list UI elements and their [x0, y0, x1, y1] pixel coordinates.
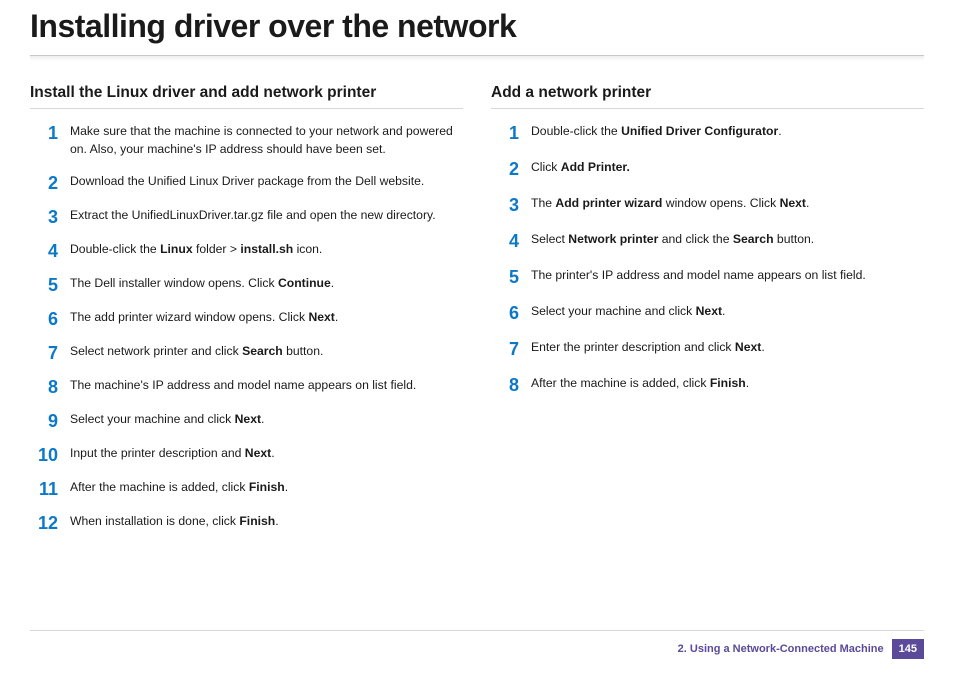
step-text: Select network printer and click Search … [70, 343, 463, 361]
section-heading-left: Install the Linux driver and add network… [30, 84, 463, 109]
step-item: 12 When installation is done, click Finis… [30, 513, 463, 532]
step-text: After the machine is added, click Finish… [531, 375, 924, 393]
step-item: 5 The Dell installer window opens. Click … [30, 275, 463, 294]
step-number: 2 [491, 159, 519, 178]
step-item: 7 Enter the printer description and click… [491, 339, 924, 358]
step-number: 6 [491, 303, 519, 322]
page-number: 145 [892, 639, 924, 659]
step-item: 8 After the machine is added, click Finis… [491, 375, 924, 394]
step-item: 8 The machine's IP address and model name… [30, 377, 463, 396]
step-number: 2 [30, 173, 58, 192]
step-text: The machine's IP address and model name … [70, 377, 463, 395]
steps-left: 1 Make sure that the machine is connected… [30, 123, 463, 532]
step-text: Click Add Printer. [531, 159, 924, 177]
step-text: Make sure that the machine is connected … [70, 123, 463, 158]
step-item: 6 The add printer wizard window opens. Cl… [30, 309, 463, 328]
step-item: 3 The Add printer wizard window opens. Cl… [491, 195, 924, 214]
steps-right: 1 Double-click the Unified Driver Configu… [491, 123, 924, 394]
step-item: 11 After the machine is added, click Fini… [30, 479, 463, 498]
step-item: 1 Double-click the Unified Driver Configu… [491, 123, 924, 142]
step-text: Double-click the Linux folder > install.… [70, 241, 463, 259]
step-item: 1 Make sure that the machine is connected… [30, 123, 463, 158]
step-text: Select your machine and click Next. [531, 303, 924, 321]
step-item: 2 Click Add Printer. [491, 159, 924, 178]
step-item: 3 Extract the UnifiedLinuxDriver.tar.gz f… [30, 207, 463, 226]
step-number: 5 [30, 275, 58, 294]
step-number: 8 [30, 377, 58, 396]
step-number: 7 [30, 343, 58, 362]
step-number: 10 [30, 445, 58, 464]
step-number: 1 [30, 123, 58, 142]
step-text: The Add printer wizard window opens. Cli… [531, 195, 924, 213]
step-text: The Dell installer window opens. Click C… [70, 275, 463, 293]
step-text: Enter the printer description and click … [531, 339, 924, 357]
step-number: 3 [491, 195, 519, 214]
step-item: 4 Double-click the Linux folder > install… [30, 241, 463, 260]
step-number: 4 [30, 241, 58, 260]
step-text: When installation is done, click Finish. [70, 513, 463, 531]
page: Installing driver over the network Insta… [0, 0, 954, 675]
left-column: Install the Linux driver and add network… [30, 84, 463, 547]
step-number: 5 [491, 267, 519, 286]
step-text: Extract the UnifiedLinuxDriver.tar.gz fi… [70, 207, 463, 225]
step-text: Download the Unified Linux Driver packag… [70, 173, 463, 191]
step-item: 6 Select your machine and click Next. [491, 303, 924, 322]
step-number: 7 [491, 339, 519, 358]
content-columns: Install the Linux driver and add network… [30, 84, 924, 547]
right-column: Add a network printer 1 Double-click the … [491, 84, 924, 547]
step-text: Select Network printer and click the Sea… [531, 231, 924, 249]
step-item: 9 Select your machine and click Next. [30, 411, 463, 430]
section-heading-right: Add a network printer [491, 84, 924, 109]
step-text: Input the printer description and Next. [70, 445, 463, 463]
step-item: 4 Select Network printer and click the Se… [491, 231, 924, 250]
page-title: Installing driver over the network [30, 0, 924, 56]
step-item: 10 Input the printer description and Next… [30, 445, 463, 464]
step-item: 5 The printer's IP address and model name… [491, 267, 924, 286]
step-number: 1 [491, 123, 519, 142]
step-text: Select your machine and click Next. [70, 411, 463, 429]
step-text: After the machine is added, click Finish… [70, 479, 463, 497]
step-number: 12 [30, 513, 58, 532]
step-number: 11 [30, 479, 58, 498]
chapter-label: 2. Using a Network-Connected Machine [678, 643, 884, 655]
step-text: The printer's IP address and model name … [531, 267, 924, 285]
step-item: 2 Download the Unified Linux Driver packa… [30, 173, 463, 192]
step-number: 8 [491, 375, 519, 394]
step-text: The add printer wizard window opens. Cli… [70, 309, 463, 327]
step-number: 9 [30, 411, 58, 430]
step-number: 3 [30, 207, 58, 226]
step-number: 6 [30, 309, 58, 328]
step-number: 4 [491, 231, 519, 250]
page-footer: 2. Using a Network-Connected Machine 145 [30, 630, 924, 659]
step-item: 7 Select network printer and click Search… [30, 343, 463, 362]
step-text: Double-click the Unified Driver Configur… [531, 123, 924, 141]
